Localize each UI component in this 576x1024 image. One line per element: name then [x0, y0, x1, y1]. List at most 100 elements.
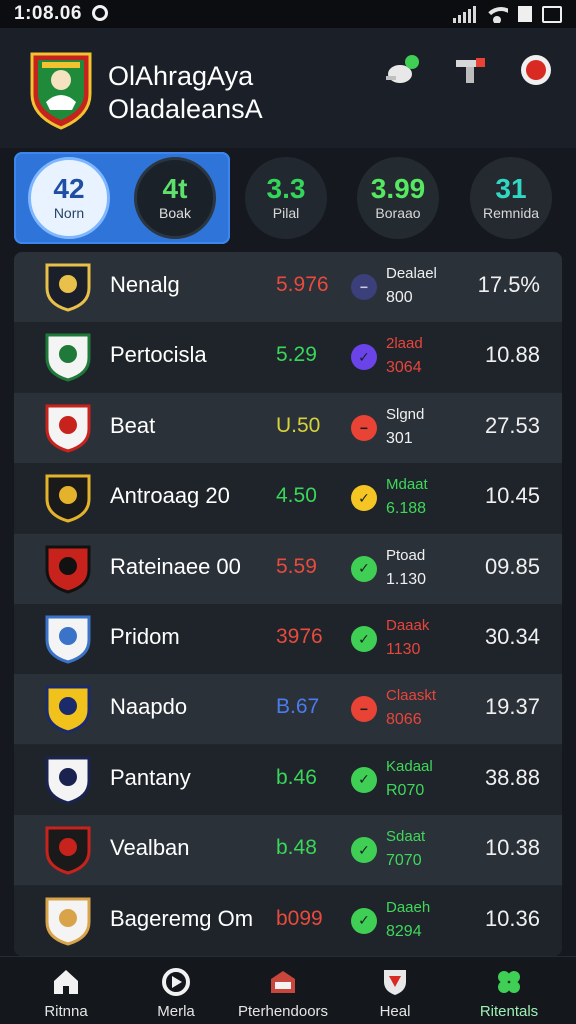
team-percentage: 10.36 — [484, 905, 540, 931]
nav-item-rentals[interactable]: Ritentals — [454, 965, 564, 1020]
nav-label: Ritentals — [479, 1003, 539, 1020]
team-row[interactable]: Pridom 3976 ✓ Daaak 1130 30.34 — [14, 604, 562, 674]
team-row[interactable]: Nenalg 5.976− Dealael 800 17.5% — [14, 252, 562, 322]
team-score: 3976 — [276, 625, 323, 648]
team-row[interactable]: Naapdo B.67 − Claaskt 8066 19.37 — [14, 674, 562, 745]
team-score: 5.29 — [276, 343, 317, 367]
detail-label: Dealael — [386, 265, 437, 282]
stat-label: Boak — [159, 205, 191, 221]
team-row[interactable]: Antroaag 20 4.50 ✓ Mdaat 6.188 10.45 — [14, 463, 562, 534]
stat-label: Pilal — [272, 205, 300, 221]
team-score: b099 — [276, 906, 323, 930]
status-dot-icon: ✓ — [351, 626, 377, 652]
whistle-icon — [386, 55, 419, 83]
club-name-line2: OladaleansA — [108, 94, 263, 124]
team-row[interactable]: Beat U.50 − Slgnd 301 27.53 — [14, 392, 562, 463]
team-crest-icon — [45, 826, 91, 875]
detail-label: 2laad — [386, 335, 423, 353]
status-dot-icon: ✓ — [351, 485, 377, 512]
team-crest-icon — [45, 545, 91, 594]
stat-chip[interactable]: 3.3 Pilal — [245, 157, 327, 239]
team-name: Pantany — [110, 764, 191, 790]
team-score: 5.59 — [276, 554, 317, 578]
stat-chip[interactable]: 4t Boak — [134, 157, 216, 239]
team-crest-icon — [45, 263, 91, 312]
club-crest-icon — [30, 52, 92, 130]
team-row[interactable]: Bageremg Om b099 ✓ Daaeh 8294 10.36 — [14, 885, 562, 956]
app-header: OlAhragAya OladaleansA — [0, 28, 576, 148]
detail-label: Ptoad — [386, 546, 426, 564]
team-row[interactable]: Rateinaee 00 5.59 ✓ Ptoad 1.130 09.85 — [14, 533, 562, 604]
detail-value: 3064 — [386, 359, 422, 377]
team-score: 5.976 — [276, 273, 329, 296]
stat-label: Remnida — [482, 205, 540, 221]
signal-icon — [453, 5, 476, 23]
record-button[interactable] — [516, 50, 556, 90]
stat-label: Norn — [53, 205, 85, 221]
team-crest-icon — [45, 615, 91, 664]
detail-value: R070 — [386, 781, 425, 799]
status-icons — [453, 5, 562, 23]
team-list: Nenalg 5.976− Dealael 800 17.5% Pertocisla 5.2… — [14, 252, 562, 956]
team-detail: 2laad 3064 — [386, 332, 466, 380]
media-icon — [121, 965, 231, 999]
team-percentage: 10.88 — [484, 342, 540, 368]
team-detail: Ptoad 1.130 — [386, 544, 466, 592]
team-score: b.46 — [276, 765, 317, 789]
status-dot-icon: − — [351, 274, 377, 300]
team-detail: Mdaat 6.188 — [386, 473, 466, 521]
sync-icon — [92, 5, 109, 21]
team-score: U.50 — [276, 413, 321, 437]
team-row[interactable]: Vealban b.48 ✓ Sdaat 7070 10.38 — [14, 815, 562, 886]
record-icon — [521, 55, 551, 85]
nav-item-media[interactable]: Merla — [121, 965, 231, 1020]
team-row[interactable]: Pantany b.46 ✓ Kadaal R070 38.88 — [14, 744, 562, 815]
nav-label: Pterhendoors — [237, 1003, 329, 1020]
tools-button[interactable] — [450, 50, 490, 90]
stat-chip[interactable]: 31 Remnida — [470, 157, 552, 239]
team-crest-icon — [45, 333, 91, 382]
status-time-group: 1:08.06 — [14, 3, 109, 25]
detail-value: 1.130 — [386, 570, 427, 588]
team-name: Beat — [110, 412, 156, 438]
team-detail: Claaskt 8066 — [386, 684, 466, 732]
team-percentage: 19.37 — [484, 694, 540, 720]
team-row[interactable]: Pertocisla 5.29 ✓ 2laad 3064 10.88 — [14, 322, 562, 393]
whistle-button[interactable] — [382, 50, 422, 90]
team-percentage: 27.53 — [484, 412, 540, 438]
status-dot-icon: ✓ — [351, 837, 377, 864]
status-dot-icon: − — [351, 414, 377, 441]
team-name: Vealban — [110, 835, 190, 861]
nav-label: Ritnna — [44, 1003, 88, 1020]
team-crest-icon — [45, 897, 91, 946]
team-detail: Daaeh 8294 — [386, 896, 466, 944]
detail-label: Slgnd — [386, 405, 425, 423]
tools-icon — [456, 58, 485, 83]
stat-value: 42 — [53, 173, 85, 204]
team-crest-icon — [45, 756, 91, 805]
status-dot-icon: ✓ — [351, 344, 377, 371]
stat-chip[interactable]: 42 Norn — [28, 157, 110, 239]
status-dot-icon: − — [351, 696, 377, 723]
sim-icon — [518, 6, 532, 22]
nav-label: Merla — [157, 1003, 195, 1020]
team-detail: Sdaat 7070 — [386, 825, 466, 873]
stadium-icon — [228, 965, 338, 999]
stat-chip-bar: 42 Norn 4t Boak 3.3 Pilal 3.99 Boraao 31… — [0, 148, 576, 246]
detail-value: 1130 — [386, 641, 421, 658]
nav-item-shield[interactable]: Heal — [340, 965, 450, 1020]
status-bar: 1:08.06 — [0, 0, 576, 28]
team-detail: Slgnd 301 — [386, 403, 466, 451]
stat-value: 4t — [162, 173, 188, 204]
nav-item-stadium[interactable]: Pterhendoors — [228, 965, 338, 1020]
team-percentage: 09.85 — [484, 553, 540, 579]
status-dot-icon: ✓ — [351, 766, 377, 793]
club-name-line1: OlAhragAya — [108, 61, 254, 91]
detail-label: Kadaal — [386, 757, 433, 775]
team-name: Naapdo — [110, 694, 188, 720]
stat-chip[interactable]: 3.99 Boraao — [357, 157, 439, 239]
team-name: Pertocisla — [110, 342, 207, 368]
team-name: Pridom — [110, 624, 180, 649]
team-crest-icon — [45, 404, 91, 453]
nav-item-home[interactable]: Ritnna — [11, 965, 121, 1020]
